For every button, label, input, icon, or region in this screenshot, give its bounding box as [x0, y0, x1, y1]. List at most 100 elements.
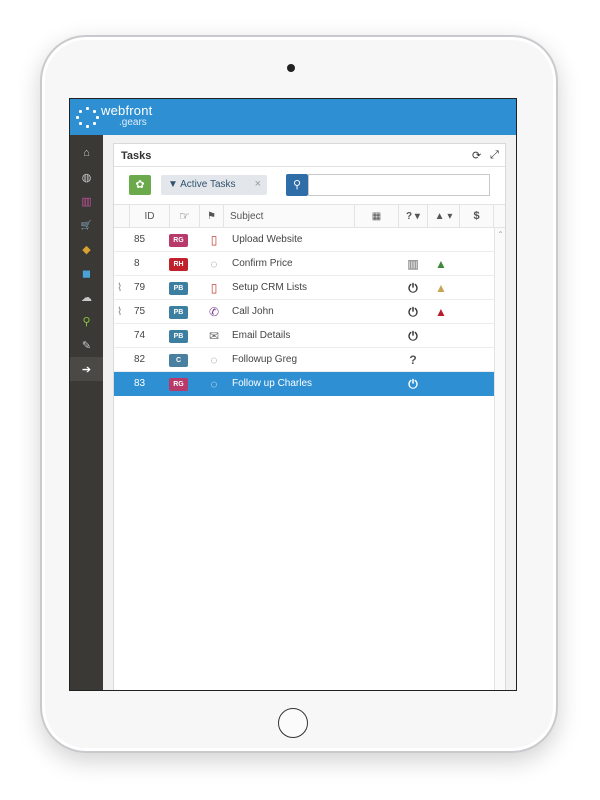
sidebar-item-products[interactable]: ◼: [70, 261, 103, 285]
table-row[interactable]: 8 RH ◌ Confirm Price ▥ ▲: [114, 252, 505, 276]
owner-badge: PB: [169, 306, 188, 319]
tasks-grid: ID ☞ ⚑ Subject ▦ ? ▾ ▲ ▾ $ 85 RG ▯ Upload W…: [114, 204, 505, 396]
header-id[interactable]: ID: [130, 205, 170, 228]
panel-title: Tasks: [121, 150, 152, 162]
toolbar: ✿ ▼ Active Tasks × ⚲: [114, 168, 505, 202]
status-icon: ⏻: [408, 329, 418, 343]
gear-icon: ✿: [135, 179, 145, 191]
sidebar-item-next[interactable]: ➔: [70, 357, 103, 381]
chevron-up-icon[interactable]: ⌃: [495, 230, 506, 239]
table-row[interactable]: 85 RG ▯ Upload Website: [114, 228, 505, 252]
refresh-icon[interactable]: ⟳: [472, 149, 481, 162]
status-icon: ?: [409, 353, 417, 367]
task-type-icon: ▯: [210, 281, 218, 295]
owner-badge: PB: [169, 330, 188, 343]
cube-icon: ◼: [81, 267, 92, 280]
tags-icon: ◆: [82, 243, 91, 256]
panel-header: Tasks ⟳ ⤢: [114, 144, 505, 167]
task-type-icon: ◌: [210, 257, 218, 271]
table-row[interactable]: ⌇ 79 PB ▯ Setup CRM Lists ⏻ ▲: [114, 276, 505, 300]
status-icon: ⏻: [408, 305, 418, 319]
settings-button[interactable]: ✿: [129, 175, 151, 195]
sidebar-item-locations[interactable]: ⚲: [70, 309, 103, 333]
camera-icon: [287, 64, 295, 72]
search-input[interactable]: [308, 174, 490, 196]
close-icon[interactable]: ×: [255, 178, 261, 190]
sidebar-item-tools[interactable]: ✎: [70, 333, 103, 357]
paperclip-icon: [117, 348, 129, 372]
warning-icon: ▲: [435, 305, 447, 319]
paperclip-icon: [117, 372, 129, 396]
owner-badge: RH: [169, 258, 188, 271]
filter-chip[interactable]: ▼ Active Tasks ×: [161, 175, 267, 195]
sidebar-item-cart[interactable]: 🛒: [70, 213, 103, 237]
sidebar-item-tags[interactable]: ◆: [70, 237, 103, 261]
table-row[interactable]: 74 PB ✉ Email Details ⏻: [114, 324, 505, 348]
sidebar-item-dashboard[interactable]: ◍: [70, 165, 103, 189]
warning-icon: [430, 324, 452, 348]
sidebar-item-reports[interactable]: ▥: [70, 189, 103, 213]
home-button[interactable]: [278, 708, 308, 738]
filter-label: ▼ Active Tasks: [168, 179, 236, 190]
grid-header: ID ☞ ⚑ Subject ▦ ? ▾ ▲ ▾ $: [114, 204, 505, 228]
cart-icon: 🛒: [80, 219, 93, 230]
table-row[interactable]: 83 RG ◌ Follow up Charles ⏻: [114, 372, 505, 396]
status-filter-icon[interactable]: ? ▾: [399, 205, 428, 228]
task-subject: Upload Website: [232, 234, 303, 245]
paperclip-icon: ⌇: [117, 306, 123, 318]
task-id: 82: [134, 354, 146, 365]
paperclip-icon: [117, 324, 129, 348]
calendar-icon[interactable]: ▦: [355, 205, 399, 228]
arrow-circle-right-icon: ➔: [81, 363, 92, 376]
task-type-icon: ▯: [210, 233, 218, 247]
warning-icon: ▲: [435, 257, 447, 271]
map-marker-icon: ⚲: [82, 315, 91, 328]
task-subject: Followup Greg: [232, 354, 298, 365]
task-id: 79: [134, 282, 146, 293]
table-row[interactable]: 82 C ◌ Followup Greg?: [114, 348, 505, 372]
wrench-icon: ✎: [81, 339, 92, 352]
table-row[interactable]: ⌇ 75 PB ✆ Call John ⏻ ▲: [114, 300, 505, 324]
logo-text: webfront: [101, 103, 153, 118]
paperclip-icon: ⌇: [117, 282, 123, 294]
expand-icon[interactable]: ⤢: [490, 149, 499, 162]
owner-badge: RG: [169, 234, 188, 247]
task-subject: Call John: [232, 306, 274, 317]
task-type-icon: ◌: [210, 353, 218, 367]
warning-icon: ▲: [435, 281, 447, 295]
sidebar-item-home[interactable]: ⌂: [70, 141, 103, 165]
sidebar: ⌂ ◍ ▥ 🛒 ◆ ◼ ☁ ⚲ ✎ ➔: [70, 135, 103, 690]
warning-filter-icon[interactable]: ▲ ▾: [428, 205, 460, 228]
paperclip-icon: [117, 228, 129, 252]
sidebar-item-downloads[interactable]: ☁: [70, 285, 103, 309]
warning-icon: [430, 348, 452, 372]
owner-badge: C: [169, 354, 188, 367]
cloud-download-icon: ☁: [81, 291, 92, 304]
tasks-panel: Tasks ⟳ ⤢ ✿ ▼ Active Tasks × ⚲ ID ☞ ⚑ Su…: [113, 143, 506, 690]
home-icon: ⌂: [83, 147, 90, 159]
owner-badge: PB: [169, 282, 188, 295]
app-screen: webfront .gears ⌂ ◍ ▥ 🛒 ◆ ◼ ☁ ⚲ ✎ ➔ Task…: [69, 98, 517, 691]
top-bar: webfront .gears: [70, 99, 516, 135]
status-icon: ⏻: [408, 281, 418, 295]
task-subject: Email Details: [232, 330, 291, 341]
thumbs-icon[interactable]: ☞: [170, 205, 200, 228]
status-icon: [402, 228, 424, 252]
status-icon: ▥: [407, 257, 419, 271]
dollar-icon[interactable]: $: [460, 205, 494, 228]
task-id: 83: [134, 378, 146, 389]
search-button[interactable]: ⚲: [286, 174, 308, 196]
task-subject: Setup CRM Lists: [232, 282, 308, 293]
header-subject[interactable]: Subject: [224, 205, 355, 228]
search-icon: ⚲: [292, 179, 302, 191]
task-id: 74: [134, 330, 146, 341]
flag-icon[interactable]: ⚑: [200, 205, 224, 228]
dashboard-icon: ◍: [81, 171, 92, 184]
scrollbar[interactable]: ⌃: [494, 228, 506, 690]
task-type-icon: ◌: [210, 377, 218, 391]
header-attach: [114, 205, 130, 228]
logo-subtext: .gears: [119, 117, 147, 128]
main-area: Tasks ⟳ ⤢ ✿ ▼ Active Tasks × ⚲ ID ☞ ⚑ Su…: [103, 135, 516, 690]
paperclip-icon: [117, 252, 129, 276]
bar-chart-icon: ▥: [81, 195, 92, 208]
